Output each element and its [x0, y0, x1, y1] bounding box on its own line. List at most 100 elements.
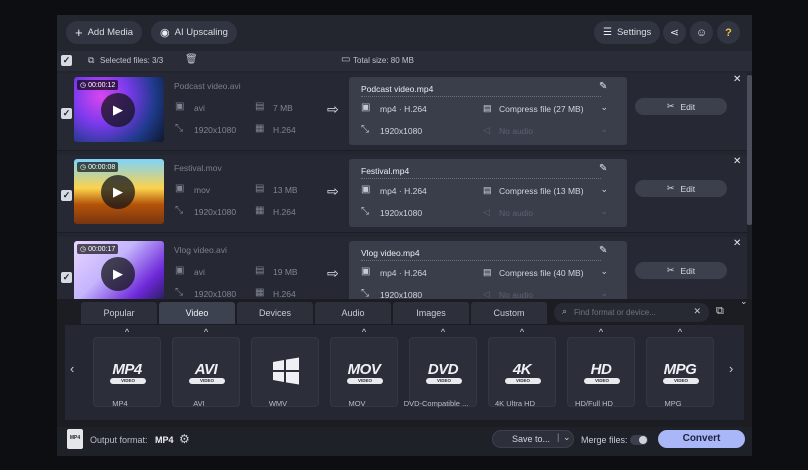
chevron-down-icon: ⌄: [600, 184, 608, 194]
merge-files-label: Merge files:: [581, 435, 628, 445]
edit-button[interactable]: ✂ Edit: [635, 262, 727, 279]
resize-icon: ⤡: [175, 205, 183, 216]
edit-label: Edit: [680, 265, 696, 276]
audio-value: No audio: [499, 126, 534, 136]
scissors-icon: ✂: [666, 101, 675, 111]
remove-file-icon[interactable]: ✕: [733, 238, 741, 249]
compress-dropdown[interactable]: ▤ Compress file (27 MB) ⌄: [474, 101, 614, 117]
source-filename: Vlog video.avi: [174, 245, 227, 255]
format-icon: ▣: [361, 266, 371, 277]
tab-popular[interactable]: Popular: [81, 302, 157, 324]
chevron-down-icon: ⌄: [600, 266, 608, 276]
convert-arrow-icon: ⇨: [327, 265, 339, 281]
clear-search-icon[interactable]: ✕: [693, 306, 701, 317]
video-thumbnail[interactable]: ◷ 00:00:12 ▶: [74, 77, 164, 142]
ai-chip-icon: ◉: [160, 27, 170, 39]
row-checkbox[interactable]: ✓: [61, 272, 72, 283]
merge-files-toggle[interactable]: [630, 435, 648, 445]
format-logo: AVI: [194, 361, 218, 378]
remove-file-icon[interactable]: ✕: [733, 156, 741, 167]
format-tile-hd[interactable]: ^ HD VIDEO: [567, 327, 635, 407]
codec-icon: ▦: [255, 287, 265, 298]
format-tile-avi[interactable]: ^ AVI VIDEO: [172, 327, 240, 407]
output-format-icon[interactable]: MP4: [67, 429, 83, 449]
account-button[interactable]: ☺: [690, 21, 713, 44]
tab-images[interactable]: Images: [393, 302, 469, 324]
format-logo-sub: VIDEO: [347, 378, 383, 384]
pencil-icon[interactable]: ✎: [599, 163, 607, 174]
format-logo-sub: VIDEO: [189, 378, 225, 384]
tab-audio[interactable]: Audio: [315, 302, 391, 324]
chevron-down-icon: ⌄: [600, 206, 608, 216]
compress-icon: ▤: [483, 185, 492, 195]
save-to-button[interactable]: Save to... | ⌄: [492, 430, 574, 448]
source-format: avi: [194, 103, 205, 113]
convert-button[interactable]: Convert: [658, 430, 745, 448]
edit-button[interactable]: ✂ Edit: [635, 180, 727, 197]
row-checkbox[interactable]: ✓: [61, 108, 72, 119]
share-button[interactable]: ⋖: [663, 21, 686, 44]
help-button[interactable]: ?: [717, 21, 740, 44]
save-disk-icon: ▤: [255, 183, 265, 194]
ai-upscaling-button[interactable]: ◉ AI Upscaling: [151, 21, 237, 44]
collapse-panel-icon[interactable]: ⌄: [740, 296, 748, 307]
gear-icon[interactable]: ⚙: [179, 432, 190, 446]
pencil-icon[interactable]: ✎: [599, 245, 607, 256]
output-format: mp4 · H.264: [380, 268, 427, 278]
chevron-down-icon[interactable]: ⌄: [563, 432, 571, 443]
scroll-right-icon[interactable]: ›: [729, 361, 733, 376]
select-all-checkbox[interactable]: ✓: [61, 55, 72, 66]
output-format: mp4 · H.264: [380, 104, 427, 114]
play-button[interactable]: ▶: [101, 257, 135, 291]
tab-custom[interactable]: Custom: [471, 302, 547, 324]
total-size: Total size: 80 MB: [353, 56, 414, 65]
tab-video[interactable]: Video: [159, 302, 235, 324]
search-icon: ⌕: [562, 306, 568, 316]
pencil-icon[interactable]: ✎: [599, 81, 607, 92]
add-preset-icon[interactable]: ⧉: [716, 305, 724, 318]
format-logo-sub: VIDEO: [663, 378, 699, 384]
compress-value: Compress file (40 MB): [499, 268, 584, 278]
duration-badge: ◷ 00:00:17: [77, 244, 119, 254]
format-logo-sub: VIDEO: [110, 378, 146, 384]
output-filename[interactable]: Vlog video.mp4: [361, 248, 420, 258]
settings-button[interactable]: ☰ Settings: [594, 21, 661, 44]
edit-label: Edit: [680, 101, 696, 112]
format-label: MP4: [112, 399, 128, 408]
row-checkbox[interactable]: ✓: [61, 190, 72, 201]
play-button[interactable]: ▶: [101, 93, 135, 127]
source-resolution: 1920x1080: [194, 207, 237, 217]
output-filename[interactable]: Festival.mp4: [361, 166, 409, 176]
format-search-input[interactable]: ⌕ Find format or device... ✕: [554, 303, 709, 322]
save-to-label: Save to...: [512, 434, 551, 444]
format-tile-mov[interactable]: ^ MOV VIDEO: [330, 327, 398, 407]
output-filename[interactable]: Podcast video.mp4: [361, 84, 433, 94]
compress-dropdown[interactable]: ▤ Compress file (40 MB) ⌄: [474, 265, 614, 281]
duration-badge: ◷ 00:00:08: [77, 162, 119, 172]
format-tile-4k[interactable]: ^ 4K VIDEO: [488, 327, 556, 407]
output-settings-card: Festival.mp4 ✎ ▣ mp4 · H.264 ▤ Compress …: [349, 159, 627, 227]
edit-button[interactable]: ✂ Edit: [635, 98, 727, 115]
format-tile-mp4[interactable]: ^ MP4 VIDEO: [93, 327, 161, 407]
play-button[interactable]: ▶: [101, 175, 135, 209]
compress-dropdown[interactable]: ▤ Compress file (13 MB) ⌄: [474, 183, 614, 199]
format-tile-wmv[interactable]: [251, 337, 319, 407]
video-thumbnail[interactable]: ◷ 00:00:08 ▶: [74, 159, 164, 224]
format-logo-sub: VIDEO: [505, 378, 541, 384]
video-thumbnail[interactable]: ◷ 00:00:17 ▶: [74, 241, 164, 306]
format-tile-dvd[interactable]: ^ DVD VIDEO: [409, 327, 477, 407]
audio-dropdown[interactable]: ◁ No audio ⌄: [474, 205, 614, 221]
remove-file-icon[interactable]: ✕: [733, 74, 741, 85]
tab-devices[interactable]: Devices: [237, 302, 313, 324]
scroll-left-icon[interactable]: ‹: [70, 361, 74, 376]
sliders-icon: ☰: [603, 27, 612, 38]
add-media-button[interactable]: + Add Media: [66, 21, 143, 44]
audio-dropdown[interactable]: ◁ No audio ⌄: [474, 123, 614, 139]
compress-value: Compress file (13 MB): [499, 186, 584, 196]
format-tile-mpg[interactable]: ^ MPG VIDEO: [646, 327, 714, 407]
trash-icon[interactable]: 🗑: [185, 54, 198, 65]
filename-underline: [361, 178, 601, 179]
file-list-scrollbar-thumb[interactable]: [747, 75, 752, 225]
format-label: AVI: [193, 399, 205, 408]
ai-upscaling-label: AI Upscaling: [174, 27, 228, 38]
